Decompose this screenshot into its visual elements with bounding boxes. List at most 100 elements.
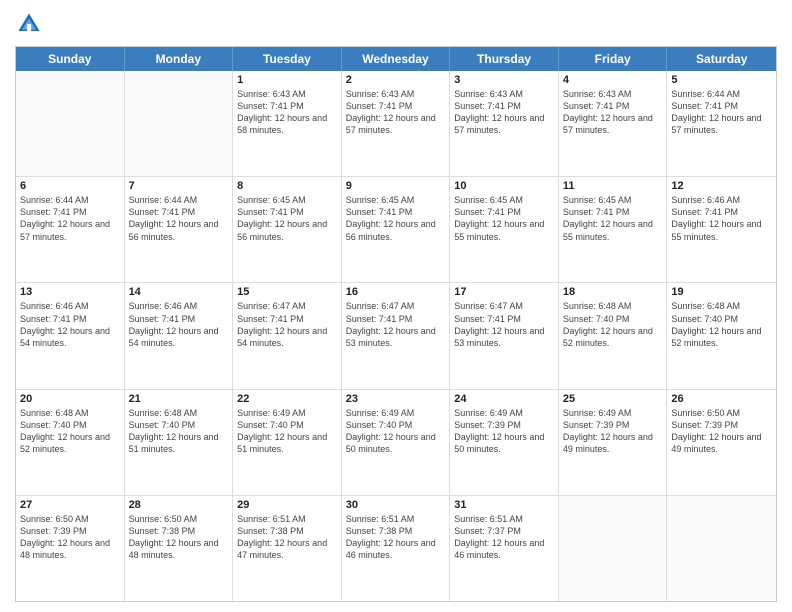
day-number: 25 [563, 393, 663, 405]
day-number: 30 [346, 499, 446, 511]
calendar-cell: 5 Sunrise: 6:44 AMSunset: 7:41 PMDaylight… [667, 71, 776, 176]
day-info: Sunrise: 6:51 AMSunset: 7:37 PMDaylight:… [454, 513, 554, 562]
day-info: Sunrise: 6:48 AMSunset: 7:40 PMDaylight:… [129, 407, 229, 456]
day-info: Sunrise: 6:48 AMSunset: 7:40 PMDaylight:… [671, 300, 772, 349]
day-number: 21 [129, 393, 229, 405]
calendar-cell: 18 Sunrise: 6:48 AMSunset: 7:40 PMDayligh… [559, 283, 668, 388]
day-number: 13 [20, 286, 120, 298]
day-info: Sunrise: 6:45 AMSunset: 7:41 PMDaylight:… [237, 194, 337, 243]
day-number: 16 [346, 286, 446, 298]
day-number: 4 [563, 74, 663, 86]
calendar-cell: 9Sunrise: 6:45 AMSunset: 7:41 PMDaylight… [342, 177, 451, 282]
calendar-header: SundayMondayTuesdayWednesdayThursdayFrid… [16, 47, 776, 71]
day-number: 24 [454, 393, 554, 405]
day-number: 28 [129, 499, 229, 511]
day-number: 17 [454, 286, 554, 298]
day-info: Sunrise: 6:46 AMSunset: 7:41 PMDaylight:… [671, 194, 772, 243]
day-info: Sunrise: 6:51 AMSunset: 7:38 PMDaylight:… [346, 513, 446, 562]
calendar-cell: 23 Sunrise: 6:49 AMSunset: 7:40 PMDayligh… [342, 390, 451, 495]
header-day-saturday: Saturday [667, 47, 776, 71]
calendar-body: 1 Sunrise: 6:43 AMSunset: 7:41 PMDaylight… [16, 71, 776, 601]
header-day-tuesday: Tuesday [233, 47, 342, 71]
header-day-monday: Monday [125, 47, 234, 71]
day-number: 27 [20, 499, 120, 511]
day-info: Sunrise: 6:48 AMSunset: 7:40 PMDaylight:… [20, 407, 120, 456]
day-number: 26 [671, 393, 772, 405]
calendar-cell: 22 Sunrise: 6:49 AMSunset: 7:40 PMDayligh… [233, 390, 342, 495]
day-number: 11 [563, 180, 663, 192]
day-info: Sunrise: 6:43 AMSunset: 7:41 PMDaylight:… [346, 88, 446, 137]
calendar-week-4: 20 Sunrise: 6:48 AMSunset: 7:40 PMDayligh… [16, 390, 776, 496]
day-info: Sunrise: 6:45 AMSunset: 7:41 PMDaylight:… [563, 194, 663, 243]
day-number: 18 [563, 286, 663, 298]
calendar-cell: 1 Sunrise: 6:43 AMSunset: 7:41 PMDaylight… [233, 71, 342, 176]
calendar-cell: 29 Sunrise: 6:51 AMSunset: 7:38 PMDayligh… [233, 496, 342, 601]
day-info: Sunrise: 6:51 AMSunset: 7:38 PMDaylight:… [237, 513, 337, 562]
day-number: 19 [671, 286, 772, 298]
calendar-cell: 15Sunrise: 6:47 AMSunset: 7:41 PMDayligh… [233, 283, 342, 388]
day-number: 5 [671, 74, 772, 86]
header-day-sunday: Sunday [16, 47, 125, 71]
calendar-cell: 6Sunrise: 6:44 AMSunset: 7:41 PMDaylight… [16, 177, 125, 282]
calendar-cell: 26Sunrise: 6:50 AMSunset: 7:39 PMDayligh… [667, 390, 776, 495]
calendar-page: SundayMondayTuesdayWednesdayThursdayFrid… [0, 0, 792, 612]
day-info: Sunrise: 6:50 AMSunset: 7:38 PMDaylight:… [129, 513, 229, 562]
calendar-cell: 13 Sunrise: 6:46 AMSunset: 7:41 PMDayligh… [16, 283, 125, 388]
day-info: Sunrise: 6:47 AMSunset: 7:41 PMDaylight:… [454, 300, 554, 349]
day-info: Sunrise: 6:43 AMSunset: 7:41 PMDaylight:… [563, 88, 663, 137]
day-number: 14 [129, 286, 229, 298]
calendar-cell: 20 Sunrise: 6:48 AMSunset: 7:40 PMDayligh… [16, 390, 125, 495]
day-info: Sunrise: 6:43 AMSunset: 7:41 PMDaylight:… [454, 88, 554, 137]
header-day-friday: Friday [559, 47, 668, 71]
day-info: Sunrise: 6:44 AMSunset: 7:41 PMDaylight:… [129, 194, 229, 243]
calendar-week-3: 13 Sunrise: 6:46 AMSunset: 7:41 PMDayligh… [16, 283, 776, 389]
calendar-cell: 3 Sunrise: 6:43 AMSunset: 7:41 PMDaylight… [450, 71, 559, 176]
calendar-week-2: 6Sunrise: 6:44 AMSunset: 7:41 PMDaylight… [16, 177, 776, 283]
day-number: 1 [237, 74, 337, 86]
day-info: Sunrise: 6:49 AMSunset: 7:39 PMDaylight:… [454, 407, 554, 456]
calendar-cell [559, 496, 668, 601]
day-info: Sunrise: 6:45 AMSunset: 7:41 PMDaylight:… [454, 194, 554, 243]
calendar-cell [125, 71, 234, 176]
calendar-cell: 25 Sunrise: 6:49 AMSunset: 7:39 PMDayligh… [559, 390, 668, 495]
day-info: Sunrise: 6:49 AMSunset: 7:39 PMDaylight:… [563, 407, 663, 456]
logo [15, 10, 47, 38]
day-number: 15 [237, 286, 337, 298]
calendar-cell: 7Sunrise: 6:44 AMSunset: 7:41 PMDaylight… [125, 177, 234, 282]
day-info: Sunrise: 6:49 AMSunset: 7:40 PMDaylight:… [237, 407, 337, 456]
calendar-cell: 8 Sunrise: 6:45 AMSunset: 7:41 PMDaylight… [233, 177, 342, 282]
day-number: 20 [20, 393, 120, 405]
calendar-cell: 11 Sunrise: 6:45 AMSunset: 7:41 PMDayligh… [559, 177, 668, 282]
calendar-week-5: 27 Sunrise: 6:50 AMSunset: 7:39 PMDayligh… [16, 496, 776, 601]
calendar-cell: 30 Sunrise: 6:51 AMSunset: 7:38 PMDayligh… [342, 496, 451, 601]
day-info: Sunrise: 6:43 AMSunset: 7:41 PMDaylight:… [237, 88, 337, 137]
day-number: 22 [237, 393, 337, 405]
day-info: Sunrise: 6:49 AMSunset: 7:40 PMDaylight:… [346, 407, 446, 456]
day-info: Sunrise: 6:48 AMSunset: 7:40 PMDaylight:… [563, 300, 663, 349]
calendar-cell: 2 Sunrise: 6:43 AMSunset: 7:41 PMDaylight… [342, 71, 451, 176]
day-info: Sunrise: 6:46 AMSunset: 7:41 PMDaylight:… [129, 300, 229, 349]
day-info: Sunrise: 6:45 AMSunset: 7:41 PMDaylight:… [346, 194, 446, 243]
calendar-cell: 28 Sunrise: 6:50 AMSunset: 7:38 PMDayligh… [125, 496, 234, 601]
day-info: Sunrise: 6:44 AMSunset: 7:41 PMDaylight:… [671, 88, 772, 137]
logo-icon [15, 10, 43, 38]
day-number: 12 [671, 180, 772, 192]
page-header [15, 10, 777, 38]
calendar-cell: 21 Sunrise: 6:48 AMSunset: 7:40 PMDayligh… [125, 390, 234, 495]
day-number: 3 [454, 74, 554, 86]
day-number: 29 [237, 499, 337, 511]
day-info: Sunrise: 6:46 AMSunset: 7:41 PMDaylight:… [20, 300, 120, 349]
day-info: Sunrise: 6:47 AMSunset: 7:41 PMDaylight:… [346, 300, 446, 349]
day-number: 23 [346, 393, 446, 405]
calendar-cell: 10 Sunrise: 6:45 AMSunset: 7:41 PMDayligh… [450, 177, 559, 282]
calendar-cell: 19 Sunrise: 6:48 AMSunset: 7:40 PMDayligh… [667, 283, 776, 388]
day-number: 10 [454, 180, 554, 192]
calendar-cell: 24 Sunrise: 6:49 AMSunset: 7:39 PMDayligh… [450, 390, 559, 495]
day-number: 8 [237, 180, 337, 192]
calendar-cell: 27 Sunrise: 6:50 AMSunset: 7:39 PMDayligh… [16, 496, 125, 601]
day-info: Sunrise: 6:44 AMSunset: 7:41 PMDaylight:… [20, 194, 120, 243]
day-number: 2 [346, 74, 446, 86]
day-info: Sunrise: 6:50 AMSunset: 7:39 PMDaylight:… [20, 513, 120, 562]
header-day-thursday: Thursday [450, 47, 559, 71]
calendar: SundayMondayTuesdayWednesdayThursdayFrid… [15, 46, 777, 602]
